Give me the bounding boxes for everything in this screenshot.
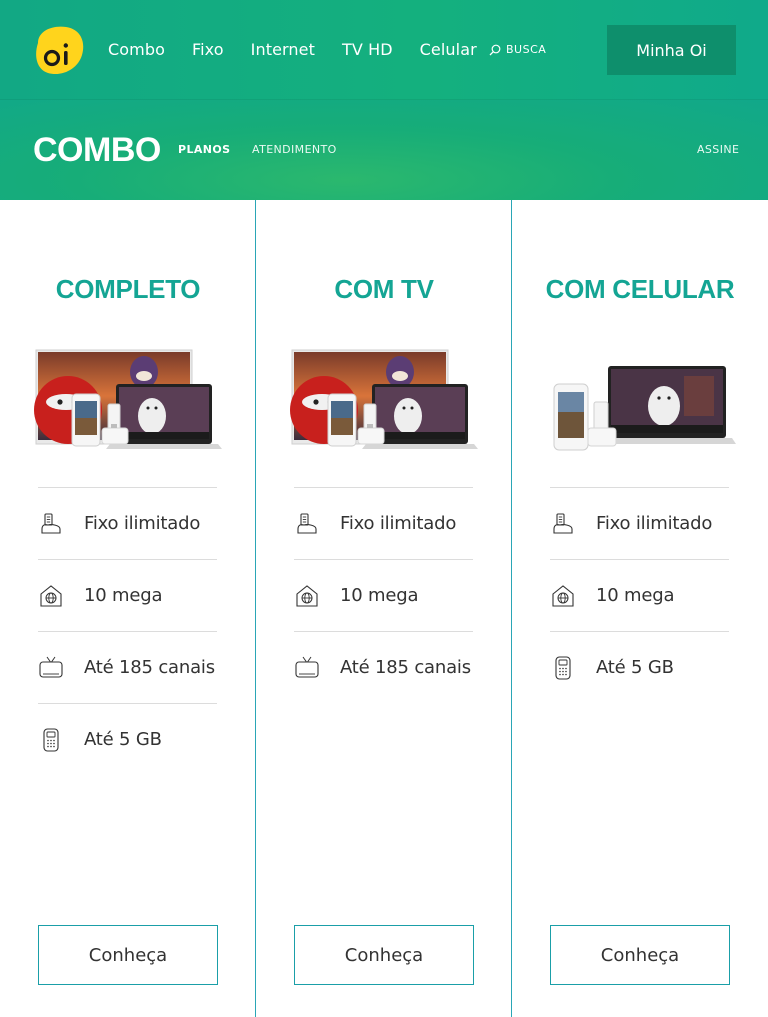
oi-logo-icon: [36, 26, 84, 75]
list-item: Até 5 GB: [550, 631, 729, 703]
tv-icon: [38, 655, 64, 681]
plan-title: COM TV: [334, 274, 434, 304]
nav-item-tv-hd[interactable]: TV HD: [342, 42, 393, 58]
top-navigation: Combo Fixo Internet TV HD Celular BUSCA …: [0, 0, 768, 100]
list-item: 10 mega: [38, 559, 217, 631]
list-item: 10 mega: [550, 559, 729, 631]
list-item: Até 185 canais: [38, 631, 217, 703]
plans-grid: COMPLETO Fixo ilimitado 10 mega Até 185 …: [0, 200, 768, 1017]
conheca-button[interactable]: Conheça: [294, 925, 474, 985]
nav-item-combo[interactable]: Combo: [108, 42, 165, 58]
list-item: Fixo ilimitado: [294, 487, 473, 559]
feature-label: Até 5 GB: [596, 657, 674, 678]
page-title: COMBO: [33, 131, 161, 169]
nav-item-fixo[interactable]: Fixo: [192, 42, 224, 58]
devices-image: [32, 346, 224, 464]
list-item: Até 185 canais: [294, 631, 473, 703]
assine-link[interactable]: ASSINE: [697, 143, 739, 156]
landline-phone-icon: [38, 511, 64, 537]
feature-list: Fixo ilimitado 10 mega Até 185 canais: [294, 487, 473, 703]
feature-label: Fixo ilimitado: [84, 513, 201, 534]
feature-label: Fixo ilimitado: [340, 513, 457, 534]
nav-item-internet[interactable]: Internet: [251, 42, 315, 58]
main-menu: Combo Fixo Internet TV HD Celular: [108, 0, 504, 100]
feature-label: Até 185 canais: [84, 657, 215, 678]
feature-label: Fixo ilimitado: [596, 513, 713, 534]
minha-oi-button[interactable]: Minha Oi: [607, 25, 736, 75]
search-label: BUSCA: [506, 43, 547, 56]
plan-title: COM CELULAR: [545, 274, 735, 304]
feature-label: Até 5 GB: [84, 729, 162, 750]
landline-phone-icon: [550, 511, 576, 537]
devices-image: [544, 346, 736, 464]
search-icon: [489, 44, 501, 55]
feature-list: Fixo ilimitado 10 mega Até 185 canais At…: [38, 487, 217, 775]
feature-label: 10 mega: [340, 585, 419, 606]
landline-phone-icon: [294, 511, 320, 537]
list-item: Até 5 GB: [38, 703, 217, 775]
nav-item-celular[interactable]: Celular: [420, 42, 477, 58]
feature-label: Até 185 canais: [340, 657, 471, 678]
home-internet-icon: [294, 583, 320, 609]
plan-card-completo: COMPLETO Fixo ilimitado 10 mega Até 185 …: [0, 200, 256, 1017]
list-item: Fixo ilimitado: [38, 487, 217, 559]
conheca-button[interactable]: Conheça: [550, 925, 730, 985]
plan-title: COMPLETO: [55, 274, 201, 304]
mobile-phone-icon: [550, 655, 576, 681]
home-internet-icon: [550, 583, 576, 609]
list-item: Fixo ilimitado: [550, 487, 729, 559]
plan-card-com-celular: COM CELULAR Fixo ilimitado 10 mega Até 5…: [511, 200, 767, 1017]
feature-label: 10 mega: [596, 585, 675, 606]
home-internet-icon: [38, 583, 64, 609]
tab-planos[interactable]: PLANOS: [178, 143, 230, 156]
tv-icon: [294, 655, 320, 681]
devices-image: [288, 346, 480, 464]
plan-card-com-tv: COM TV Fixo ilimitado 10 mega Até 185 ca…: [255, 200, 511, 1017]
list-item: 10 mega: [294, 559, 473, 631]
feature-list: Fixo ilimitado 10 mega Até 5 GB: [550, 487, 729, 703]
oi-logo[interactable]: [32, 25, 84, 75]
mobile-phone-icon: [38, 727, 64, 753]
feature-label: 10 mega: [84, 585, 163, 606]
search-button[interactable]: BUSCA: [489, 43, 546, 56]
tab-atendimento[interactable]: ATENDIMENTO: [252, 143, 337, 156]
conheca-button[interactable]: Conheça: [38, 925, 218, 985]
